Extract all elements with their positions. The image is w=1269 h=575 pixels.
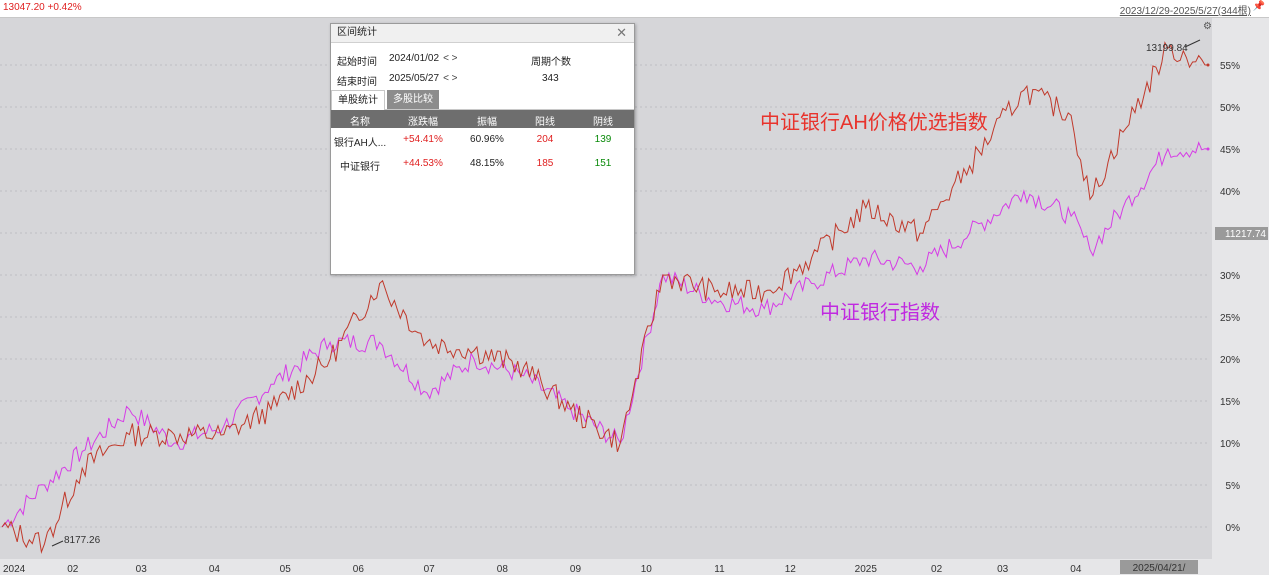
x-tick-label: 2025 xyxy=(855,564,878,575)
pin-icon[interactable]: 📌 xyxy=(1253,1,1265,12)
end-time-label: 结束时间 xyxy=(337,77,377,88)
x-tick-label: 02 xyxy=(931,564,943,575)
x-tick-label: 12 xyxy=(785,564,797,575)
row-amplitude: 48.15% xyxy=(470,158,504,169)
y-tick-label: 20% xyxy=(1220,355,1240,366)
series-end-point xyxy=(1206,63,1210,67)
x-tick-label: 04 xyxy=(1070,564,1082,575)
x-tick-label: 03 xyxy=(136,564,148,575)
x-tick-label: 07 xyxy=(424,564,436,575)
start-time-stepper[interactable]: < > xyxy=(443,53,457,64)
end-time-stepper[interactable]: < > xyxy=(443,73,457,84)
start-time-label: 起始时间 xyxy=(337,57,377,68)
close-icon[interactable]: ✕ xyxy=(616,24,627,42)
x-tick-label: 02 xyxy=(67,564,79,575)
x-tick-label: 04 xyxy=(209,564,221,575)
bottom-date-marker-label: 2025/04/21/ xyxy=(1133,563,1186,574)
row-change: +44.53% xyxy=(403,158,443,169)
panel-tabs: 单股统计 多股比较 xyxy=(331,89,634,110)
x-tick-label: 03 xyxy=(997,564,1009,575)
right-price-marker-label: 11217.74 xyxy=(1225,229,1266,240)
settings-gear-icon[interactable]: ⚙ xyxy=(1203,21,1212,32)
x-tick-label: 09 xyxy=(570,564,582,575)
header-amplitude: 振幅 xyxy=(477,117,497,128)
header-name: 名称 xyxy=(350,117,370,128)
interval-stats-panel: 区间统计 ✕ 起始时间 2024/01/02 < > 周期个数 343 结束时间 … xyxy=(330,23,635,275)
x-tick-label: 06 xyxy=(353,564,365,575)
quote-summary: 13047.20 +0.42% xyxy=(3,2,82,13)
y-tick-label: 30% xyxy=(1220,271,1240,282)
date-range-link[interactable]: 2023/12/29-2025/5/27(344根) xyxy=(1120,2,1251,17)
top-bar: 13047.20 +0.42% 2023/12/29-2025/5/27(344… xyxy=(0,0,1269,18)
tab-single-stock[interactable]: 单股统计 xyxy=(331,90,385,110)
start-time-value[interactable]: 2024/01/02 < > xyxy=(389,53,458,64)
period-count-label: 周期个数 xyxy=(531,57,571,68)
bank-series-label: 中证银行指数 xyxy=(820,302,940,324)
y-tick-label: 40% xyxy=(1220,187,1240,198)
x-tick-label: 08 xyxy=(497,564,509,575)
panel-title: 区间统计 xyxy=(337,27,377,38)
row-down-count: 151 xyxy=(594,158,612,169)
x-tick-label: 05 xyxy=(280,564,292,575)
header-down-count: 阴线 xyxy=(593,117,613,128)
row-up-count: 185 xyxy=(536,158,554,169)
ah-series-label: 中证银行AH价格优选指数 xyxy=(760,112,988,134)
y-tick-label: 50% xyxy=(1220,103,1240,114)
y-tick-label: 15% xyxy=(1220,397,1240,408)
y-tick-label: 5% xyxy=(1226,481,1241,492)
table-row[interactable]: 中证银行 +44.53% 48.15% 185 151 xyxy=(331,154,634,176)
row-name: 银行AH人... xyxy=(333,138,387,149)
y-tick-label: 55% xyxy=(1220,61,1240,72)
end-time-value[interactable]: 2025/05/27 < > xyxy=(389,73,458,84)
x-tick-label: 11 xyxy=(714,564,725,575)
y-tick-label: 0% xyxy=(1226,523,1241,534)
x-tick-label: 2024 xyxy=(3,564,26,575)
header-up-count: 阳线 xyxy=(535,117,555,128)
row-down-count: 139 xyxy=(594,134,612,145)
panel-title-bar: 区间统计 ✕ xyxy=(331,24,634,43)
row-change: +54.41% xyxy=(403,134,443,145)
row-name: 中证银行 xyxy=(340,162,380,173)
row-amplitude: 60.96% xyxy=(470,134,504,145)
row-up-count: 204 xyxy=(536,134,554,145)
y-tick-label: 45% xyxy=(1220,145,1240,156)
period-count-value: 343 xyxy=(542,73,559,84)
series-end-point xyxy=(1206,147,1210,151)
tab-multi-compare[interactable]: 多股比较 xyxy=(387,90,439,109)
max-value-label: 13199.84 xyxy=(1146,43,1188,54)
table-row[interactable]: 银行AH人... +54.41% 60.96% 204 139 xyxy=(331,130,634,152)
header-change: 涨跌幅 xyxy=(408,117,438,128)
min-value-label: 8177.26 xyxy=(64,535,101,546)
y-tick-label: 10% xyxy=(1220,439,1240,450)
x-tick-label: 10 xyxy=(641,564,653,575)
table-header: 名称 涨跌幅 振幅 阳线 阴线 xyxy=(331,110,634,128)
y-tick-label: 25% xyxy=(1220,313,1240,324)
